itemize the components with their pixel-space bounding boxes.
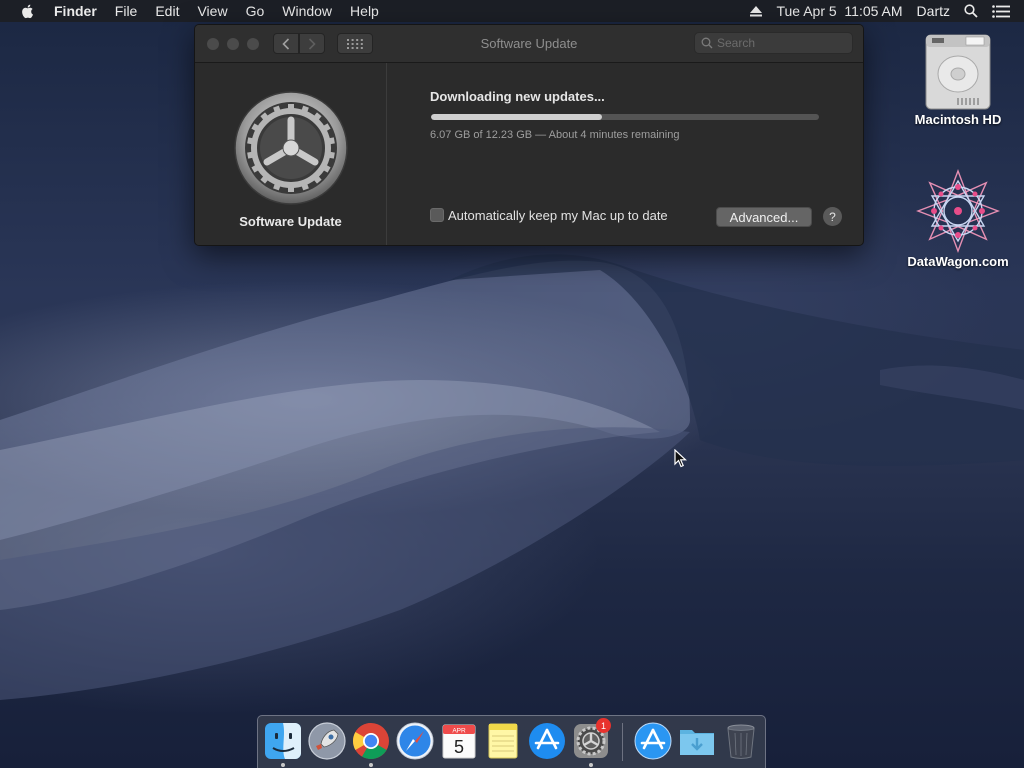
downloads-folder-icon[interactable] — [677, 721, 717, 761]
calendar-day: 5 — [454, 737, 464, 757]
desktop-icon-label: DataWagon.com — [907, 254, 1009, 269]
mandala-icon — [916, 169, 1000, 253]
menu-file[interactable]: File — [115, 3, 138, 19]
spotlight-search-icon[interactable] — [964, 4, 978, 18]
calendar-month: APR — [452, 728, 466, 735]
menu-view[interactable]: View — [197, 3, 227, 19]
notification-badge: 1 — [596, 718, 611, 733]
advanced-button[interactable]: Advanced... — [716, 207, 812, 227]
running-indicator — [369, 763, 373, 767]
dock-separator — [622, 723, 623, 761]
chrome-icon[interactable] — [351, 721, 391, 761]
running-indicator — [281, 763, 285, 767]
auto-update-checkbox[interactable] — [430, 208, 444, 222]
trash-icon[interactable] — [721, 721, 761, 761]
dock: APR 5 — [257, 715, 766, 768]
download-status: Downloading new updates... — [430, 89, 605, 104]
software-update-window: Software Update Search Software Update D… — [194, 24, 864, 246]
menu-help[interactable]: Help — [350, 3, 379, 19]
search-field[interactable]: Search — [694, 32, 853, 54]
app-store-download-icon[interactable] — [633, 721, 673, 761]
search-placeholder: Search — [717, 36, 756, 50]
desktop-icon-datawagon[interactable]: DataWagon.com — [902, 168, 1014, 269]
desktop-icon-label: Macintosh HD — [914, 112, 1002, 127]
notes-icon[interactable] — [483, 721, 523, 761]
running-indicator — [589, 763, 593, 767]
mouse-cursor-icon — [674, 449, 687, 468]
download-progress-text: 6.07 GB of 12.23 GB — About 4 minutes re… — [430, 129, 680, 141]
software-update-pane: Software Update — [195, 63, 387, 245]
download-progress-bar — [431, 114, 819, 120]
menu-go[interactable]: Go — [246, 3, 265, 19]
search-icon — [701, 37, 713, 49]
menu-edit[interactable]: Edit — [155, 3, 179, 19]
desktop-icon-macintosh-hd[interactable]: Macintosh HD — [902, 32, 1014, 127]
calendar-icon[interactable]: APR 5 — [439, 721, 479, 761]
app-store-icon[interactable] — [527, 721, 567, 761]
menu-clock[interactable]: Tue Apr 5 11:05 AM — [776, 3, 902, 19]
notification-center-icon[interactable] — [992, 4, 1010, 18]
hard-drive-icon — [925, 34, 991, 110]
help-button[interactable]: ? — [823, 207, 842, 226]
launchpad-icon[interactable] — [307, 721, 347, 761]
auto-update-label[interactable]: Automatically keep my Mac up to date — [448, 208, 668, 223]
pane-label: Software Update — [239, 214, 342, 229]
title-bar: Software Update Search — [195, 25, 863, 63]
eject-icon[interactable] — [750, 5, 763, 17]
finder-icon[interactable] — [263, 721, 303, 761]
apple-menu-icon[interactable] — [20, 3, 36, 19]
download-progress-fill — [431, 114, 602, 120]
menu-user[interactable]: Dartz — [917, 3, 950, 19]
menu-app-finder[interactable]: Finder — [54, 3, 97, 19]
menu-bar: Finder File Edit View Go Window Help Tue… — [0, 0, 1024, 22]
menu-window[interactable]: Window — [282, 3, 332, 19]
software-update-gear-icon — [234, 91, 348, 205]
safari-icon[interactable] — [395, 721, 435, 761]
